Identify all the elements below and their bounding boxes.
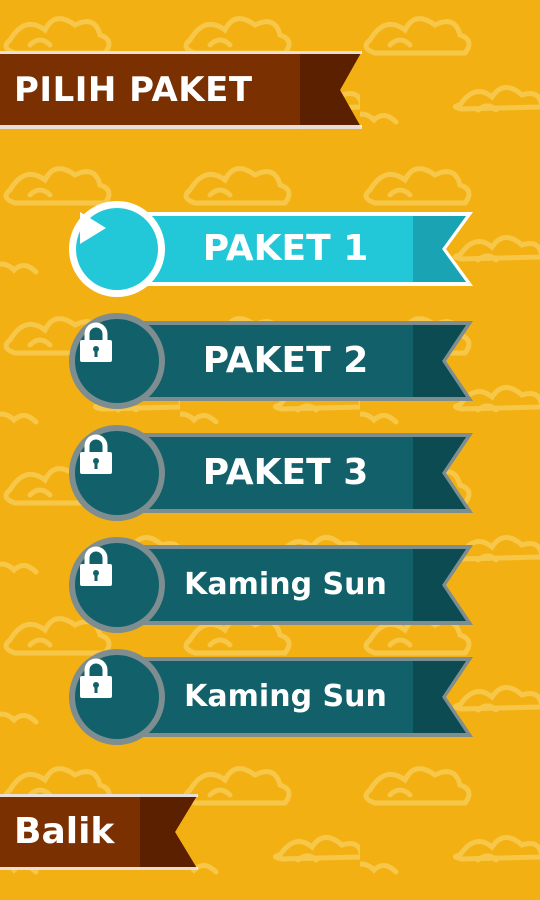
lock-icon: [78, 658, 156, 736]
play-icon: [78, 210, 156, 288]
package-label: PAKET 3: [202, 452, 369, 493]
header-ribbon: PILIH PAKET: [0, 51, 362, 129]
lock-icon: [78, 546, 156, 624]
lock-icon: [78, 434, 156, 512]
lock-icon: [78, 322, 156, 400]
back-button[interactable]: Balik: [0, 794, 198, 870]
package-button-3[interactable]: PAKET 3: [68, 424, 473, 522]
package-label: PAKET 1: [202, 228, 369, 269]
package-button-5[interactable]: Kaming Sun: [68, 648, 473, 746]
package-button-4[interactable]: Kaming Sun: [68, 536, 473, 634]
page-title: PILIH PAKET: [14, 70, 253, 110]
package-label: Kaming Sun: [184, 567, 387, 602]
package-label: PAKET 2: [202, 340, 369, 381]
package-label: Kaming Sun: [184, 679, 387, 714]
package-button-1[interactable]: PAKET 1: [68, 200, 473, 298]
package-button-2[interactable]: PAKET 2: [68, 312, 473, 410]
back-label: Balik: [14, 811, 115, 852]
